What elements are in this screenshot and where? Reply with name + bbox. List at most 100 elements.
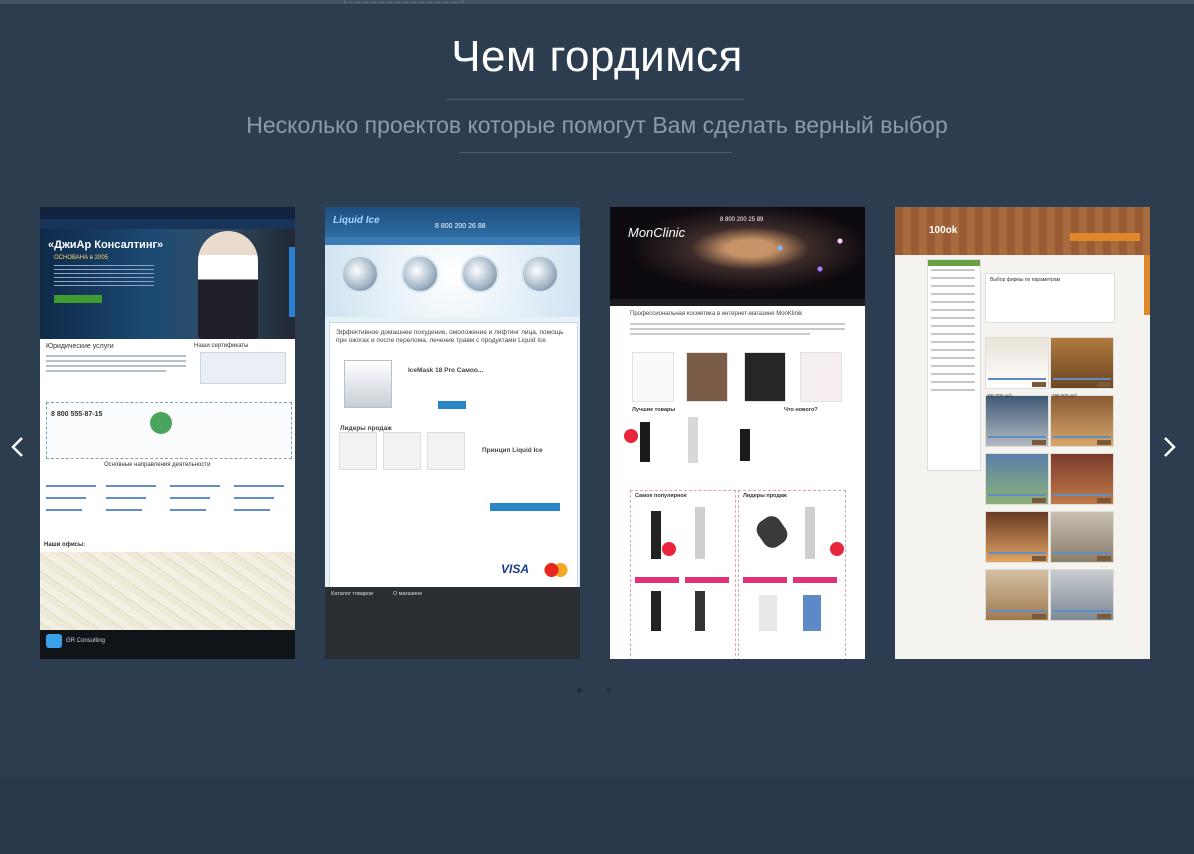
services-heading: Юридические услуги [46,343,114,350]
offices-map [40,552,295,630]
side-tag [1144,255,1150,315]
sidebar-item [931,293,975,295]
tile-label [988,494,1046,496]
project-card-100ok[interactable]: 100ok Выбор фирмы по параметрам 280 000 … [895,207,1150,659]
sidebar-item [931,277,975,279]
filter-title: Выбор фирмы по параметрам [990,277,1061,283]
link-line [234,509,270,511]
tile-label [1053,494,1111,496]
focus-indicator [344,0,464,3]
category-image [401,255,439,293]
text-line [46,365,186,367]
tile-label [1053,610,1111,612]
tile-label [1053,436,1111,438]
buy-button [1097,382,1111,387]
tile-label [988,436,1046,438]
buy-button [1032,498,1046,503]
link-line [46,485,96,487]
gr-logo-icon [46,634,62,648]
visa-logo: VISA [501,562,530,576]
link-line [106,509,142,511]
product-tile [985,395,1049,447]
site-phone: 8 800 200 25 89 [720,217,764,223]
globe-icon [150,412,172,434]
site-footer: GR Consulting [40,630,295,659]
hero-subtitle: ОСНОВАНА в 2005 [54,255,109,261]
site-nav [40,219,295,229]
sidebar-item [931,349,975,351]
discount-badge [830,542,844,556]
principle-heading: Принцип Liquid Ice [482,447,543,454]
product-image [651,511,661,559]
offices-heading: Наши офисы: [44,542,86,548]
tile-label [988,552,1046,554]
site-logo: MonClinic [628,225,686,240]
carousel-dot-2[interactable] [607,688,612,693]
category-thumb [744,352,786,402]
product-tile [1050,337,1114,389]
product-image [803,595,821,631]
buy-button [1032,614,1046,619]
site-nav [325,237,580,245]
category-thumb [686,352,728,402]
product-tile [985,511,1049,563]
site-header: Liquid Ice 8 800 200 26 88 [325,207,580,237]
buy-button [1032,382,1046,387]
carousel-dot-1[interactable] [577,688,582,693]
product-image [759,595,777,631]
text-line [46,355,186,357]
footer-catalog: Каталог товаров [331,591,373,597]
popular-panel: Самое популярное [630,490,736,659]
product-thumb [339,432,377,470]
title-divider-bottom [459,152,732,153]
new-heading: Что нового? [784,407,818,413]
discount-badge [662,542,676,556]
project-card-mon-clinic[interactable]: MonClinic 8 800 200 25 89 Профессиональн… [610,207,865,659]
text-line [630,328,845,330]
directions-heading: Основные направления деятельности [104,462,211,468]
site-logo: Liquid Ice [333,215,380,226]
buy-button [743,577,787,583]
buy-button [1032,440,1046,445]
link-line [46,509,82,511]
product-image [695,507,705,559]
hero-banner: «ДжиАр Консалтинг» ОСНОВАНА в 2005 [40,229,295,339]
project-card-liquid-ice[interactable]: Liquid Ice 8 800 200 26 88 Эффективное д… [325,207,580,659]
mastercard-icon [541,561,571,579]
buy-button [1097,614,1111,619]
category-thumb [800,352,842,402]
leaders-heading: Лидеры продаж [743,493,787,499]
certificates-heading: Наши сертификаты [194,343,249,349]
carousel-next-button[interactable] [1155,428,1185,468]
title-divider-top [447,99,744,100]
buy-button [1097,498,1111,503]
best-heading: Лучшие товары [632,407,676,413]
project-card-gr-consulting[interactable]: «ДжиАр Консалтинг» ОСНОВАНА в 2005 Юриди… [40,207,295,659]
sidebar-item [931,389,975,391]
price-label: 280 000 руб. [987,393,1014,398]
sidebar-item [931,365,975,367]
product-tile [1050,453,1114,505]
discount-badge [624,429,638,443]
sidebar-item [931,341,975,343]
site-footer: Каталог товаров О магазине [325,587,580,659]
buy-button [438,401,466,409]
product-image [740,429,750,461]
link-line [106,497,146,499]
buy-button [635,577,679,583]
hero-person-image [198,231,258,339]
side-tag [289,247,295,317]
sparkles-decoration [760,227,860,297]
product-image [752,512,792,552]
sidebar-item [931,285,975,287]
carousel-pagination [0,688,1194,698]
tile-label [1053,378,1111,380]
link-line [170,485,220,487]
headline: Эффективное домашнее похудение, омоложен… [336,329,564,344]
carousel-prev-button[interactable] [2,428,32,468]
product-tile [1050,511,1114,563]
tile-label [988,610,1046,612]
product-tile [985,569,1049,621]
contact-phone: 8 800 555-87-15 [51,411,103,418]
category-image [521,255,559,293]
